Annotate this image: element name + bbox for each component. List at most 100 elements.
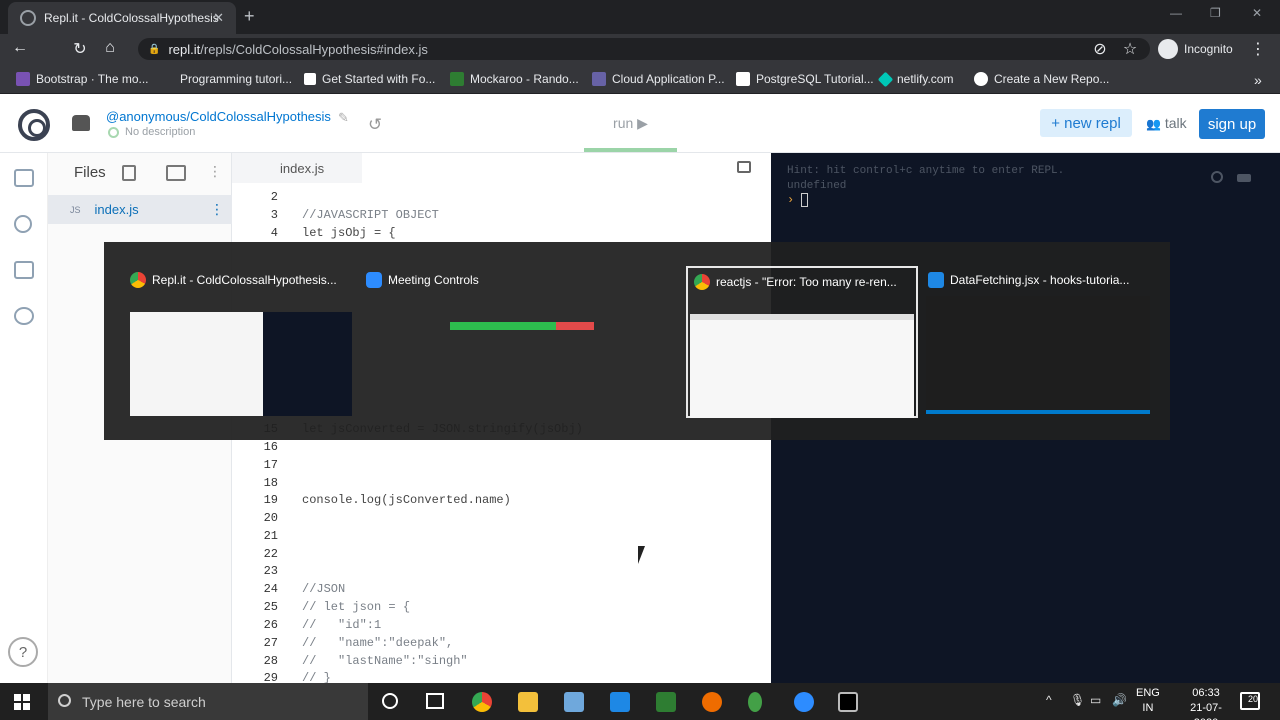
chrome-taskbar-icon[interactable] (472, 692, 492, 712)
lang-code: ENG (1136, 687, 1160, 699)
bookmark-label: PostgreSQL Tutorial... (756, 72, 874, 86)
switcher-window-3[interactable]: DataFetching.jsx - hooks-tutoria... (922, 266, 1154, 418)
repl-description[interactable]: No description (125, 126, 195, 138)
line-number: 18 (263, 476, 278, 490)
code-line: 2 (232, 190, 752, 208)
window-title-text: Repl.it - ColdColossalHypothesis... (152, 273, 337, 287)
bookmark-4[interactable]: Cloud Application P... (592, 72, 725, 86)
maximize-icon[interactable]: ❐ (1210, 6, 1221, 20)
bookmark-6[interactable]: netlify.com (877, 71, 953, 87)
code-line: 24 //JSON (232, 582, 752, 600)
settings-icon[interactable] (14, 307, 34, 325)
search-placeholder: Type here to search (82, 693, 206, 710)
files-icon[interactable] (14, 169, 34, 187)
switcher-window-0[interactable]: Repl.it - ColdColossalHypothesis... (124, 266, 356, 418)
switcher-window-2[interactable]: reactjs - "Error: Too many re-ren... (686, 266, 918, 418)
tray-chevron-icon[interactable]: ^ (1046, 693, 1052, 707)
file-item-menu-icon[interactable]: ⋮ (210, 201, 224, 218)
line-number: 24 (263, 582, 278, 596)
window-thumbnail (926, 296, 1150, 414)
switcher-window-1[interactable]: Meeting Controls (360, 266, 594, 418)
close-tab-icon[interactable]: ✕ (213, 10, 224, 26)
volume-icon[interactable]: 🔊 (1112, 693, 1127, 707)
add-file-icon[interactable] (122, 165, 136, 181)
code-text: console.log(jsConverted.name) (302, 493, 511, 507)
code-text: // "id":1 (302, 618, 382, 632)
repl-header: @anonymous/ColdColossalHypothesis No des… (0, 95, 1280, 153)
bootstrap-icon (16, 72, 30, 86)
windows-start-icon[interactable] (14, 694, 30, 710)
editor-tab-index-js[interactable]: index.js (232, 153, 362, 183)
console-search-icon[interactable] (1211, 171, 1223, 183)
code-text: // let json = { (302, 600, 411, 614)
app-taskbar-icon[interactable] (564, 692, 584, 712)
reload-icon[interactable]: ↻ (70, 39, 90, 59)
new-tab-icon[interactable]: + (244, 6, 255, 27)
lambda-taskbar-icon[interactable] (656, 692, 676, 712)
code-line: 28 // "lastName":"singh" (232, 654, 752, 672)
back-icon[interactable]: ← (10, 39, 30, 57)
notifications-icon[interactable]: 20 (1240, 692, 1260, 710)
taskbar-search[interactable]: Type here to search (48, 683, 368, 720)
incognito-indicator[interactable]: Incognito (1158, 39, 1233, 59)
cortana-icon[interactable] (382, 693, 398, 709)
replit-logo-icon[interactable] (18, 109, 50, 141)
github-icon (974, 72, 988, 86)
close-window-icon[interactable]: ✕ (1252, 6, 1262, 20)
zoom-taskbar-icon[interactable] (794, 692, 814, 712)
repl-name[interactable]: @anonymous/ColdColossalHypothesis (106, 109, 331, 124)
run-button[interactable]: run ▶ (584, 95, 677, 152)
people-icon: 👥 (1146, 117, 1161, 131)
format-icon[interactable] (737, 161, 751, 173)
postman-taskbar-icon[interactable] (702, 692, 722, 712)
code-line: 18 (232, 476, 752, 494)
help-button[interactable]: ? (8, 637, 38, 667)
files-more-icon[interactable]: ⋮ (208, 163, 222, 180)
more-menu-icon[interactable]: ⋮ (1248, 39, 1268, 59)
code-line: 21 (232, 529, 752, 547)
file-item-index-js[interactable]: JS index.js ⋮ (48, 195, 232, 224)
bookmark-label: Mockaroo - Rando... (470, 72, 579, 86)
bookmark-3[interactable]: Mockaroo - Rando... (450, 72, 579, 86)
clear-console-icon[interactable] (1237, 174, 1251, 182)
history-icon[interactable]: ↺ (368, 115, 382, 135)
star-icon[interactable]: ☆ (1120, 39, 1140, 59)
console-prompt: › (787, 193, 795, 207)
browser-tab[interactable]: Repl.it - ColdColossalHypothesis ✕ (8, 2, 236, 34)
taskbar-clock[interactable]: 06:33 21-07-2020 (1180, 686, 1232, 720)
microphone-icon[interactable]: 🎙 (1070, 693, 1085, 707)
file-item-label: index.js (94, 202, 139, 217)
terminal-taskbar-icon[interactable] (838, 692, 858, 712)
new-repl-button[interactable]: + new repl (1040, 109, 1132, 137)
bookmark-label: Cloud Application P... (612, 72, 725, 86)
task-view-icon[interactable] (426, 693, 444, 709)
add-folder-icon[interactable] (166, 165, 186, 181)
more-bookmarks-icon[interactable]: » (1254, 72, 1262, 88)
share-icon[interactable] (14, 215, 32, 233)
line-number: 25 (263, 600, 278, 614)
replit-favicon-icon (20, 10, 36, 26)
file-explorer-icon[interactable] (518, 692, 538, 712)
eye-off-icon[interactable]: ⊘ (1090, 39, 1110, 59)
home-icon[interactable]: ⌂ (100, 39, 120, 57)
mongodb-taskbar-icon[interactable] (748, 692, 762, 712)
code-line: 16 (232, 440, 752, 458)
bookmark-5[interactable]: PostgreSQL Tutorial... (736, 72, 874, 86)
address-bar[interactable]: 🔒 repl.it /repls/ColdColossalHypothesis#… (138, 38, 1150, 60)
talk-button[interactable]: 👥 talk (1146, 115, 1187, 131)
sign-up-button[interactable]: sign up (1199, 109, 1265, 139)
bookmark-1[interactable]: Programming tutori... (160, 72, 292, 86)
bookmark-2[interactable]: Get Started with Fo... (304, 72, 435, 86)
bookmark-0[interactable]: Bootstrap · The mo... (16, 72, 149, 86)
robot-avatar-icon[interactable] (72, 115, 90, 131)
bookmark-7[interactable]: Create a New Repo... (974, 72, 1109, 86)
language-indicator[interactable]: ENG IN (1136, 686, 1160, 716)
incognito-icon (1158, 39, 1178, 59)
vscode-taskbar-icon[interactable] (610, 692, 630, 712)
stop-share-button (556, 322, 594, 330)
line-number: 2 (270, 190, 278, 204)
packages-icon[interactable] (14, 261, 34, 279)
edit-pencil-icon[interactable]: ✎ (338, 110, 349, 126)
minimize-icon[interactable]: — (1170, 6, 1182, 20)
battery-icon[interactable]: ▭ (1090, 693, 1101, 707)
